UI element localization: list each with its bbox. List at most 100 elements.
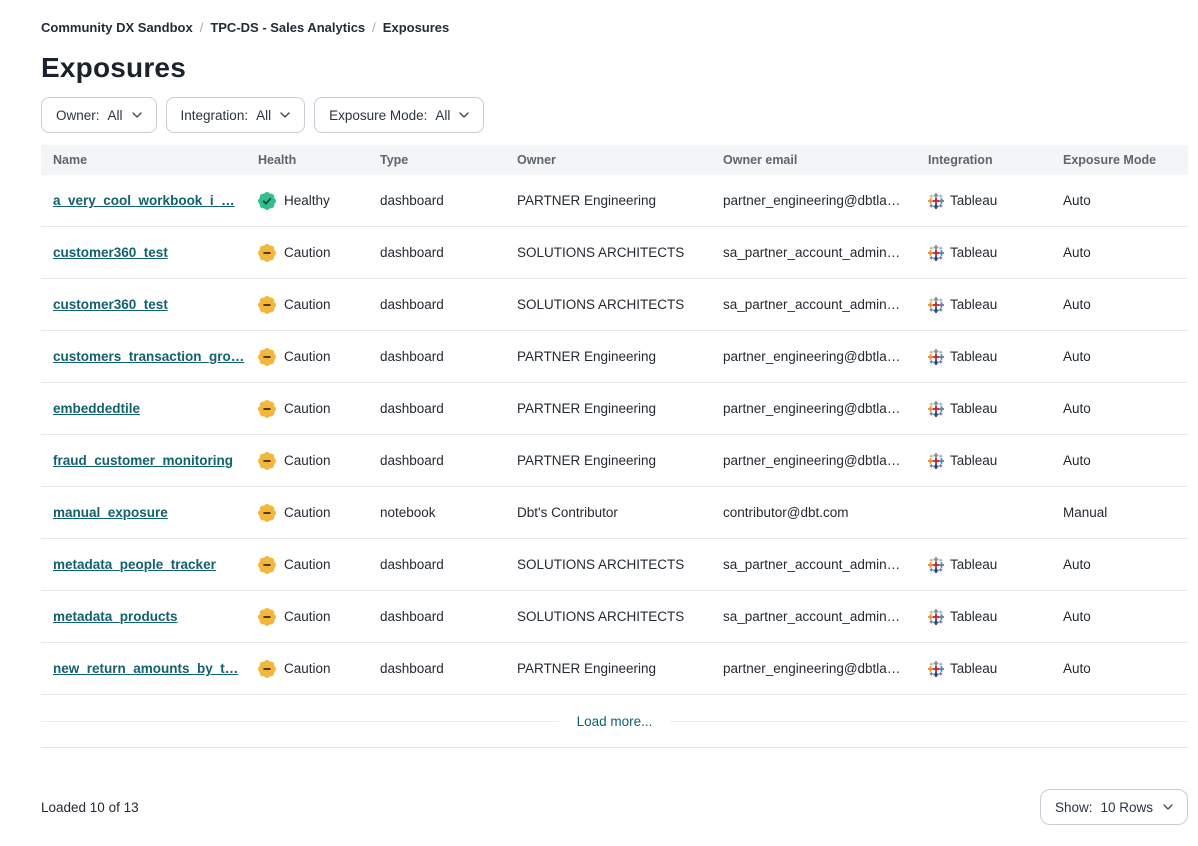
exposure-owner: PARTNER Engineering xyxy=(505,661,711,676)
column-header-type: Type xyxy=(368,153,505,167)
breadcrumb-item-environment[interactable]: TPC-DS - Sales Analytics xyxy=(210,20,365,35)
health-status-label: Healthy xyxy=(284,193,330,208)
filter-label: Owner: xyxy=(56,108,100,123)
exposure-owner-email: partner_engineering@dbtla… xyxy=(711,401,916,416)
filter-bar: Owner: All Integration: All Exposure Mod… xyxy=(41,97,1188,133)
column-header-exposure-mode: Exposure Mode xyxy=(1051,153,1188,167)
table-row: customers_transaction_gro… Caution xyxy=(41,331,1188,383)
exposure-name-link[interactable]: new_return_amounts_by_t… xyxy=(53,661,238,676)
exposures-table: Name Health Type Owner Owner email Integ… xyxy=(41,145,1188,695)
exposure-owner-email: sa_partner_account_admin… xyxy=(711,245,916,260)
exposure-type: notebook xyxy=(368,505,505,520)
tableau-icon xyxy=(928,609,944,625)
filter-value: All xyxy=(256,108,271,123)
filter-value: All xyxy=(108,108,123,123)
exposure-mode-filter-dropdown[interactable]: Exposure Mode: All xyxy=(314,97,484,133)
breadcrumb: Community DX Sandbox / TPC-DS - Sales An… xyxy=(41,20,1188,35)
exposure-owner: PARTNER Engineering xyxy=(505,193,711,208)
breadcrumb-separator: / xyxy=(372,20,376,35)
tableau-icon xyxy=(928,557,944,573)
tableau-icon xyxy=(928,453,944,469)
exposure-type: dashboard xyxy=(368,349,505,364)
tableau-icon xyxy=(928,661,944,677)
exposure-owner-email: partner_engineering@dbtla… xyxy=(711,193,916,208)
breadcrumb-separator: / xyxy=(200,20,204,35)
table-row: manual_exposure Caution notebook xyxy=(41,487,1188,539)
chevron-down-icon xyxy=(132,112,142,118)
exposure-name-link[interactable]: a_very_cool_workbook_i_… xyxy=(53,193,235,208)
health-status-label: Caution xyxy=(284,453,331,468)
exposure-owner-email: contributor@dbt.com xyxy=(711,505,916,520)
exposure-name-link[interactable]: metadata_products xyxy=(53,609,178,624)
exposure-owner: SOLUTIONS ARCHITECTS xyxy=(505,557,711,572)
exposure-name-link[interactable]: customers_transaction_gro… xyxy=(53,349,244,364)
exposure-type: dashboard xyxy=(368,609,505,624)
health-status-label: Caution xyxy=(284,245,331,260)
health-status-icon xyxy=(258,660,276,678)
table-header-row: Name Health Type Owner Owner email Integ… xyxy=(41,145,1188,175)
loaded-count-text: Loaded 10 of 13 xyxy=(41,800,139,815)
tableau-icon xyxy=(928,193,944,209)
exposure-owner: PARTNER Engineering xyxy=(505,453,711,468)
health-status-icon xyxy=(258,192,276,210)
exposure-type: dashboard xyxy=(368,401,505,416)
exposure-mode: Auto xyxy=(1051,193,1188,208)
table-row: metadata_people_tracker Caution da xyxy=(41,539,1188,591)
integration-label: Tableau xyxy=(950,193,997,208)
health-status-icon xyxy=(258,608,276,626)
integration-label: Tableau xyxy=(950,401,997,416)
breadcrumb-item-current: Exposures xyxy=(383,20,449,35)
exposure-owner: SOLUTIONS ARCHITECTS xyxy=(505,609,711,624)
exposure-mode: Auto xyxy=(1051,661,1188,676)
column-header-name: Name xyxy=(41,153,246,167)
integration-label: Tableau xyxy=(950,609,997,624)
exposure-type: dashboard xyxy=(368,297,505,312)
integration-label: Tableau xyxy=(950,661,997,676)
integration-label: Tableau xyxy=(950,349,997,364)
breadcrumb-item-project[interactable]: Community DX Sandbox xyxy=(41,20,193,35)
exposure-mode: Auto xyxy=(1051,297,1188,312)
page-title: Exposures xyxy=(41,52,1188,84)
integration-label: Tableau xyxy=(950,453,997,468)
exposure-mode: Auto xyxy=(1051,349,1188,364)
exposure-owner-email: sa_partner_account_admin… xyxy=(711,557,916,572)
exposure-mode: Auto xyxy=(1051,401,1188,416)
show-rows-dropdown[interactable]: Show: 10 Rows xyxy=(1040,789,1188,825)
exposure-name-link[interactable]: metadata_people_tracker xyxy=(53,557,216,572)
exposure-type: dashboard xyxy=(368,193,505,208)
exposure-name-link[interactable]: manual_exposure xyxy=(53,505,168,520)
health-status-icon xyxy=(258,400,276,418)
filter-label: Exposure Mode: xyxy=(329,108,427,123)
health-status-label: Caution xyxy=(284,401,331,416)
exposure-name-link[interactable]: embeddedtile xyxy=(53,401,140,416)
exposure-name-link[interactable]: fraud_customer_monitoring xyxy=(53,453,233,468)
integration-filter-dropdown[interactable]: Integration: All xyxy=(166,97,306,133)
column-header-owner-email: Owner email xyxy=(711,153,916,167)
exposure-mode: Auto xyxy=(1051,609,1188,624)
health-status-icon xyxy=(258,556,276,574)
owner-filter-dropdown[interactable]: Owner: All xyxy=(41,97,157,133)
exposure-type: dashboard xyxy=(368,453,505,468)
exposure-owner: Dbt's Contributor xyxy=(505,505,711,520)
table-row: embeddedtile Caution dashboard xyxy=(41,383,1188,435)
exposure-mode: Manual xyxy=(1051,505,1188,520)
table-row: new_return_amounts_by_t… Caution d xyxy=(41,643,1188,695)
exposure-name-link[interactable]: customer360_test xyxy=(53,245,168,260)
exposure-name-link[interactable]: customer360_test xyxy=(53,297,168,312)
exposure-type: dashboard xyxy=(368,245,505,260)
column-header-integration: Integration xyxy=(916,153,1051,167)
exposure-owner: PARTNER Engineering xyxy=(505,349,711,364)
exposure-mode: Auto xyxy=(1051,453,1188,468)
health-status-label: Caution xyxy=(284,349,331,364)
show-label: Show: xyxy=(1055,800,1093,815)
health-status-label: Caution xyxy=(284,609,331,624)
load-more-link[interactable]: Load more... xyxy=(559,714,671,729)
tableau-icon xyxy=(928,245,944,261)
exposure-type: dashboard xyxy=(368,557,505,572)
chevron-down-icon xyxy=(1163,804,1173,810)
health-status-label: Caution xyxy=(284,505,331,520)
health-status-icon xyxy=(258,244,276,262)
health-status-icon xyxy=(258,504,276,522)
integration-label: Tableau xyxy=(950,297,997,312)
tableau-icon xyxy=(928,401,944,417)
